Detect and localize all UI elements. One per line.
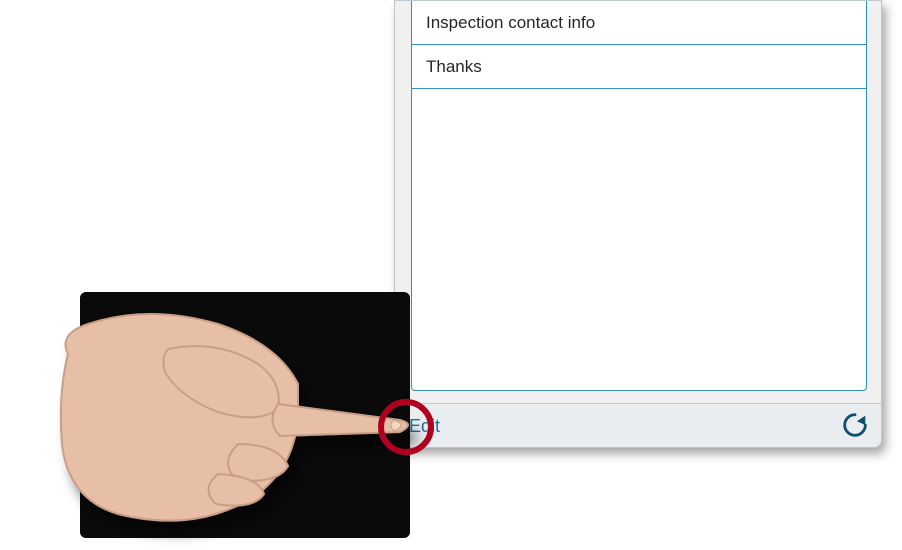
- mobile-panel: Inspection contact info Thanks Edit: [394, 0, 882, 448]
- refresh-button[interactable]: [839, 410, 871, 442]
- signature-list: Inspection contact info Thanks: [411, 1, 867, 391]
- refresh-icon: [840, 410, 870, 440]
- list-item[interactable]: Inspection contact info: [412, 1, 866, 45]
- list-item[interactable]: Thanks: [412, 45, 866, 89]
- hand-shadow-backdrop: [80, 292, 410, 538]
- bottom-toolbar: Edit: [395, 403, 881, 447]
- edit-button[interactable]: Edit: [409, 404, 440, 448]
